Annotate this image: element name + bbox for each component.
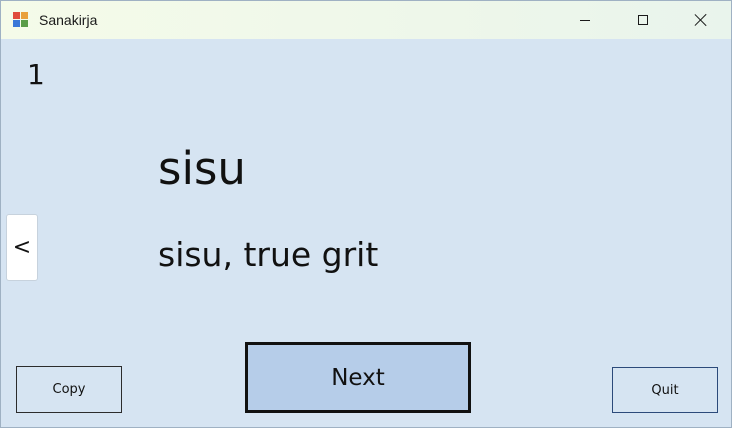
app-window: Sanakirja 1 < sisu sisu, true grit Copy …	[0, 0, 732, 428]
minimize-icon	[580, 19, 590, 21]
translation-text: sisu, true grit	[158, 235, 379, 274]
title-bar[interactable]: Sanakirja	[1, 1, 731, 39]
close-button[interactable]	[672, 1, 730, 39]
previous-button[interactable]: <	[6, 214, 38, 281]
maximize-button[interactable]	[614, 1, 672, 39]
next-button-label: Next	[331, 364, 385, 391]
quit-button-label: Quit	[651, 382, 679, 398]
quit-button[interactable]: Quit	[612, 367, 718, 413]
maximize-icon	[638, 15, 648, 25]
copy-button[interactable]: Copy	[16, 366, 122, 413]
copy-button-label: Copy	[52, 382, 86, 397]
word-text: sisu	[158, 142, 246, 195]
window-title: Sanakirja	[39, 12, 98, 28]
minimize-button[interactable]	[556, 1, 614, 39]
previous-label: <	[12, 235, 32, 260]
close-icon	[695, 14, 707, 26]
card-counter: 1	[27, 58, 45, 91]
app-icon	[13, 12, 29, 28]
next-button[interactable]: Next	[245, 342, 471, 413]
